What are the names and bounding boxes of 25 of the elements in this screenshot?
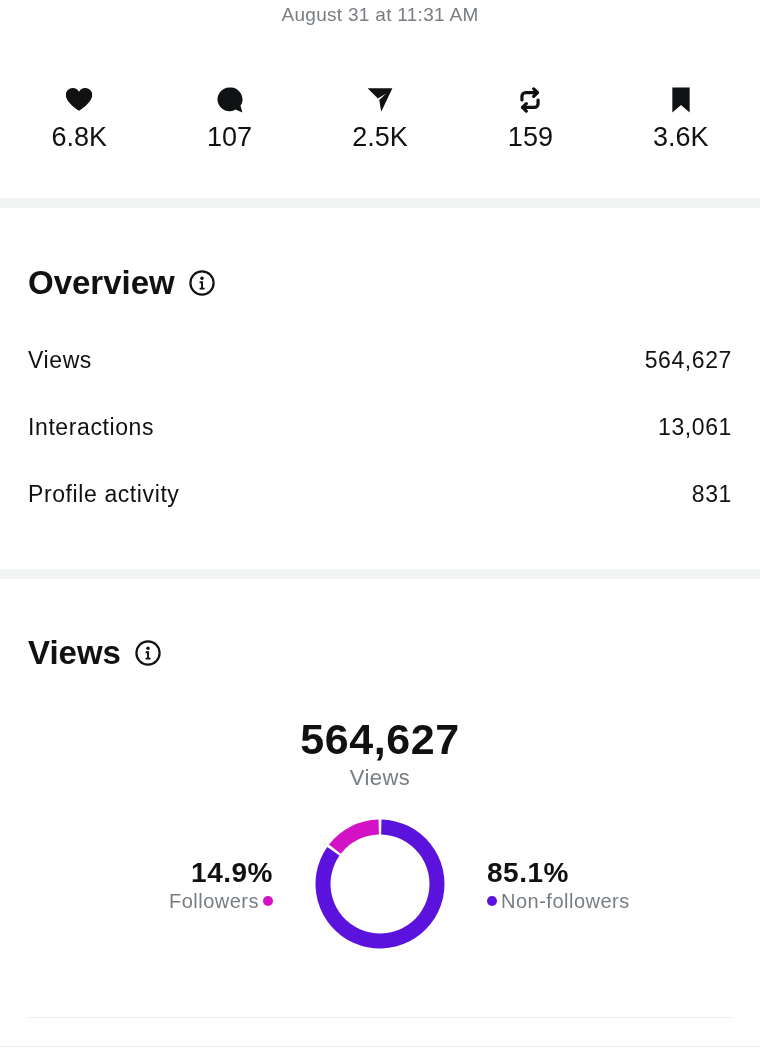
heart-icon xyxy=(66,87,93,113)
total-views-label: Views xyxy=(349,764,411,792)
info-icon[interactable] xyxy=(134,640,161,666)
share-count: 2.5K xyxy=(352,121,408,153)
like-count: 6.8K xyxy=(51,121,107,153)
total-views: 564,627 xyxy=(300,715,460,763)
percent-value: 85.1% xyxy=(487,858,569,888)
paper-plane-icon xyxy=(367,87,393,113)
post-timestamp: August 31 at 11:31 AM xyxy=(281,3,479,27)
legend-label: Non-followers xyxy=(501,889,630,914)
metric-value: 564,627 xyxy=(644,345,732,374)
speech-bubble-icon xyxy=(216,87,243,113)
metric-label: Profile activity xyxy=(28,479,180,508)
percent-value: 14.9% xyxy=(191,858,273,888)
metric-label: Views xyxy=(28,345,92,374)
metric-label: Interactions xyxy=(28,412,155,441)
info-icon[interactable] xyxy=(188,270,215,296)
repost-count: 159 xyxy=(507,121,553,153)
legend-label: Followers xyxy=(168,889,259,914)
section-heading: Views xyxy=(28,634,121,672)
save-count: 3.6K xyxy=(653,121,709,153)
section-heading: Overview xyxy=(28,264,175,302)
comment-count: 107 xyxy=(207,121,253,153)
metric-value: 831 xyxy=(691,479,732,508)
metric-value: 13,061 xyxy=(658,412,732,441)
